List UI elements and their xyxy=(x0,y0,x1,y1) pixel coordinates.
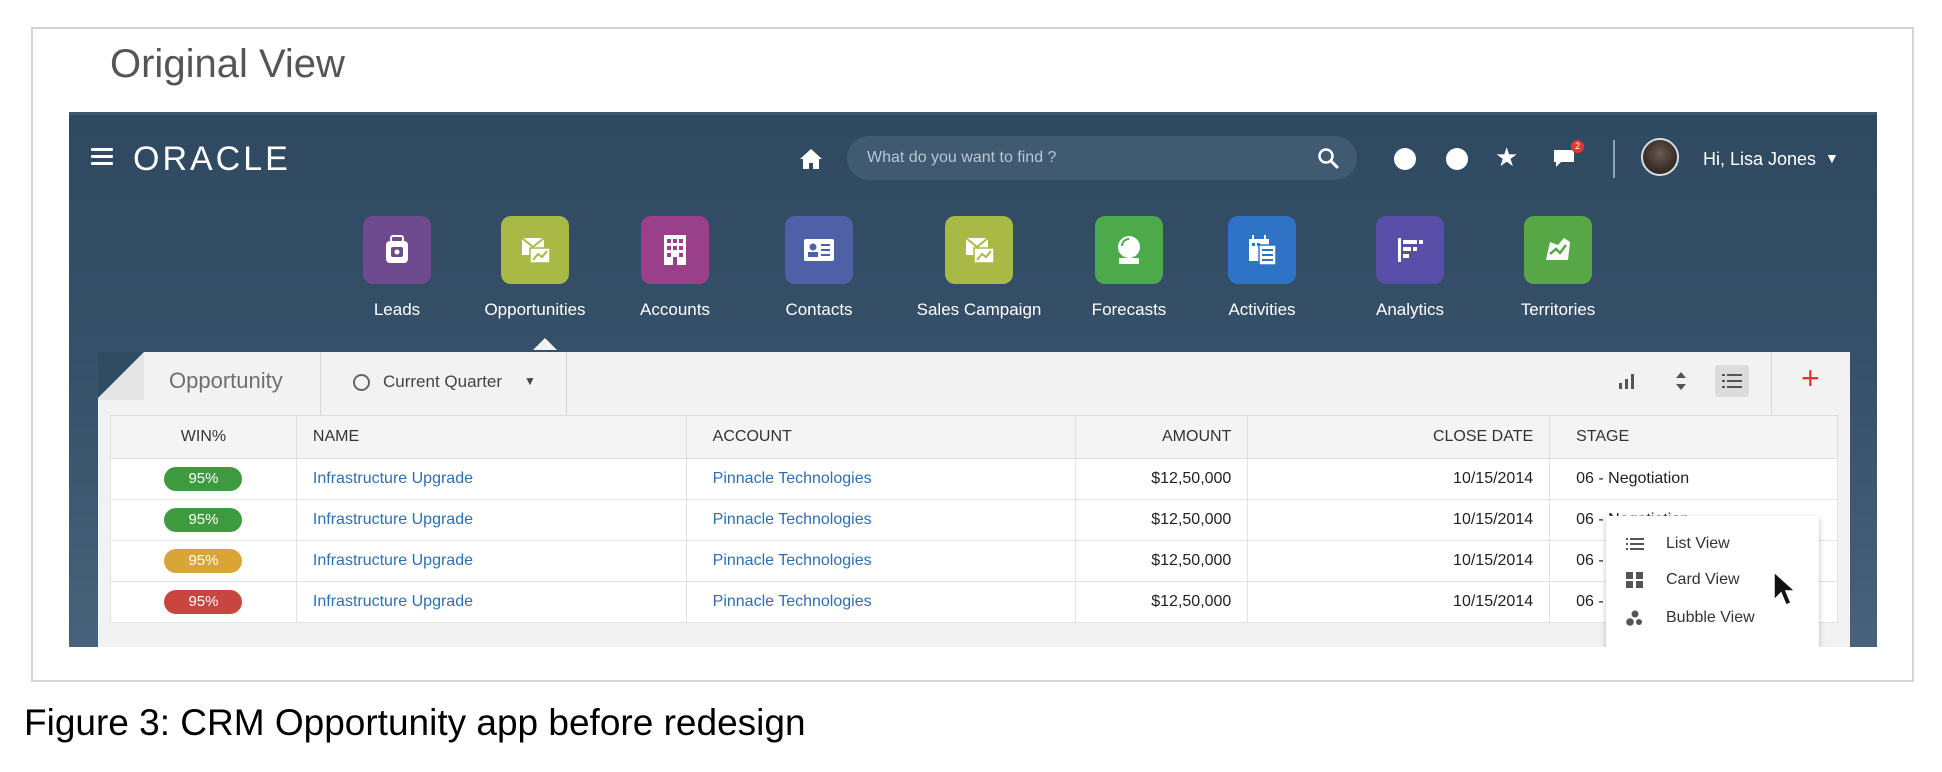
header-divider xyxy=(1613,140,1615,178)
hamburger-menu-icon[interactable] xyxy=(91,148,113,166)
table-row[interactable]: 95% Infrastructure Upgrade Pinnacle Tech… xyxy=(110,458,1838,500)
caret-down-icon[interactable]: ▼ xyxy=(1825,150,1839,166)
sort-icon[interactable] xyxy=(1675,370,1687,392)
crm-app-window: ORACLE What do you want to find ? ★ 2 Hi… xyxy=(69,112,1877,647)
nav-label-accounts[interactable]: Accounts xyxy=(640,300,710,320)
opportunity-table: WIN% NAME ACCOUNT AMOUNT CLOSE DATE STAG… xyxy=(110,415,1838,623)
nav-label-forecasts[interactable]: Forecasts xyxy=(1092,300,1167,320)
grid-icon xyxy=(1626,572,1643,588)
account-name-link[interactable]: Pinnacle Technologies xyxy=(685,458,1077,500)
close-date-cell: 10/15/2014 xyxy=(1247,581,1551,623)
opportunity-name-link[interactable]: Infrastructure Upgrade xyxy=(295,458,687,500)
accounts-icon[interactable] xyxy=(641,216,709,284)
amount-cell: $12,50,000 xyxy=(1075,458,1249,500)
win-percentage-badge: 95% xyxy=(164,508,243,532)
notification-badge: 2 xyxy=(1571,140,1584,153)
list-icon xyxy=(1722,374,1742,388)
win-cell: 95% xyxy=(110,540,297,582)
account-name-link[interactable]: Pinnacle Technologies xyxy=(685,581,1077,623)
nav-label-leads[interactable]: Leads xyxy=(374,300,420,320)
chart-view-icon[interactable] xyxy=(1618,372,1636,390)
caret-down-icon[interactable]: ▼ xyxy=(524,374,536,388)
oracle-logo[interactable]: ORACLE xyxy=(133,140,291,179)
figure-caption: Figure 3: CRM Opportunity app before red… xyxy=(24,702,806,743)
win-cell: 95% xyxy=(110,499,297,541)
table-row[interactable]: 95% Infrastructure Upgrade Pinnacle Tech… xyxy=(110,581,1838,623)
account-name-link[interactable]: Pinnacle Technologies xyxy=(685,540,1077,582)
nav-label-contacts[interactable]: Contacts xyxy=(785,300,852,320)
panel-divider xyxy=(320,352,321,418)
column-header-close-date[interactable]: CLOSE DATE xyxy=(1247,415,1551,459)
close-date-cell: 10/15/2014 xyxy=(1247,499,1551,541)
forecasts-icon[interactable] xyxy=(1095,216,1163,284)
status-dot-icon[interactable] xyxy=(1394,148,1416,170)
table-row[interactable]: 95% Infrastructure Upgrade Pinnacle Tech… xyxy=(110,499,1838,541)
opportunity-name-link[interactable]: Infrastructure Upgrade xyxy=(295,540,687,582)
panel-divider xyxy=(566,352,567,418)
win-percentage-badge: 95% xyxy=(164,549,243,573)
avatar[interactable] xyxy=(1641,138,1679,176)
menu-item-label: List View xyxy=(1666,535,1730,552)
opportunity-name-link[interactable]: Infrastructure Upgrade xyxy=(295,581,687,623)
add-opportunity-button[interactable]: + xyxy=(1801,360,1820,397)
win-percentage-badge: 95% xyxy=(164,590,243,614)
nav-label-territories[interactable]: Territories xyxy=(1521,300,1596,320)
global-search[interactable]: What do you want to find ? xyxy=(847,136,1357,180)
close-date-cell: 10/15/2014 xyxy=(1247,540,1551,582)
table-row[interactable]: 95% Infrastructure Upgrade Pinnacle Tech… xyxy=(110,540,1838,582)
table-header-row: WIN% NAME ACCOUNT AMOUNT CLOSE DATE STAG… xyxy=(110,415,1838,459)
app-top-border xyxy=(69,112,1877,115)
period-filter[interactable]: Current Quarter xyxy=(383,372,502,392)
menu-item-list-view[interactable]: List View xyxy=(1606,526,1819,562)
amount-cell: $12,50,000 xyxy=(1075,540,1249,582)
home-icon[interactable] xyxy=(799,148,823,170)
stage-cell: 06 - Negotiation xyxy=(1549,458,1838,500)
amount-cell: $12,50,000 xyxy=(1075,499,1249,541)
frame-title: Original View xyxy=(110,42,345,86)
mouse-pointer-icon xyxy=(1773,570,1797,606)
opportunities-icon[interactable] xyxy=(501,216,569,284)
column-header-name[interactable]: NAME xyxy=(295,415,687,459)
opportunity-panel: Opportunity Current Quarter ▼ + WIN% NAM… xyxy=(98,352,1850,647)
user-greeting[interactable]: Hi, Lisa Jones xyxy=(1703,149,1816,170)
panel-divider xyxy=(1771,352,1772,418)
page-fold-corner xyxy=(98,352,144,400)
menu-item-label: Bubble View xyxy=(1666,609,1755,626)
favorites-star-icon[interactable]: ★ xyxy=(1495,142,1518,173)
activities-icon[interactable] xyxy=(1228,216,1296,284)
column-header-stage[interactable]: STAGE xyxy=(1549,415,1838,459)
list-icon xyxy=(1626,538,1644,550)
status-dot-icon[interactable] xyxy=(1446,148,1468,170)
column-header-amount[interactable]: AMOUNT xyxy=(1075,415,1249,459)
win-cell: 95% xyxy=(110,458,297,500)
search-input[interactable]: What do you want to find ? xyxy=(867,149,1056,167)
account-name-link[interactable]: Pinnacle Technologies xyxy=(685,499,1077,541)
bubble-icon xyxy=(1626,610,1642,626)
contacts-icon[interactable] xyxy=(785,216,853,284)
close-date-cell: 10/15/2014 xyxy=(1247,458,1551,500)
nav-label-analytics[interactable]: Analytics xyxy=(1376,300,1444,320)
column-header-account[interactable]: ACCOUNT xyxy=(685,415,1077,459)
sales-campaign-icon[interactable] xyxy=(945,216,1013,284)
nav-label-sales-campaign[interactable]: Sales Campaign xyxy=(917,300,1042,320)
leads-icon[interactable] xyxy=(363,216,431,284)
nav-label-opportunities[interactable]: Opportunities xyxy=(484,300,585,320)
selected-nav-pointer xyxy=(533,338,557,350)
clock-icon[interactable] xyxy=(353,374,370,391)
opportunity-name-link[interactable]: Infrastructure Upgrade xyxy=(295,499,687,541)
win-cell: 95% xyxy=(110,581,297,623)
territories-icon[interactable] xyxy=(1524,216,1592,284)
win-percentage-badge: 95% xyxy=(164,467,243,491)
amount-cell: $12,50,000 xyxy=(1075,581,1249,623)
analytics-icon[interactable] xyxy=(1376,216,1444,284)
menu-item-label: Card View xyxy=(1666,571,1740,588)
column-header-win[interactable]: WIN% xyxy=(110,415,297,459)
page-title: Opportunity xyxy=(169,368,283,393)
search-icon[interactable] xyxy=(1317,147,1339,169)
list-view-toggle-button[interactable] xyxy=(1715,365,1749,397)
nav-label-activities[interactable]: Activities xyxy=(1228,300,1295,320)
